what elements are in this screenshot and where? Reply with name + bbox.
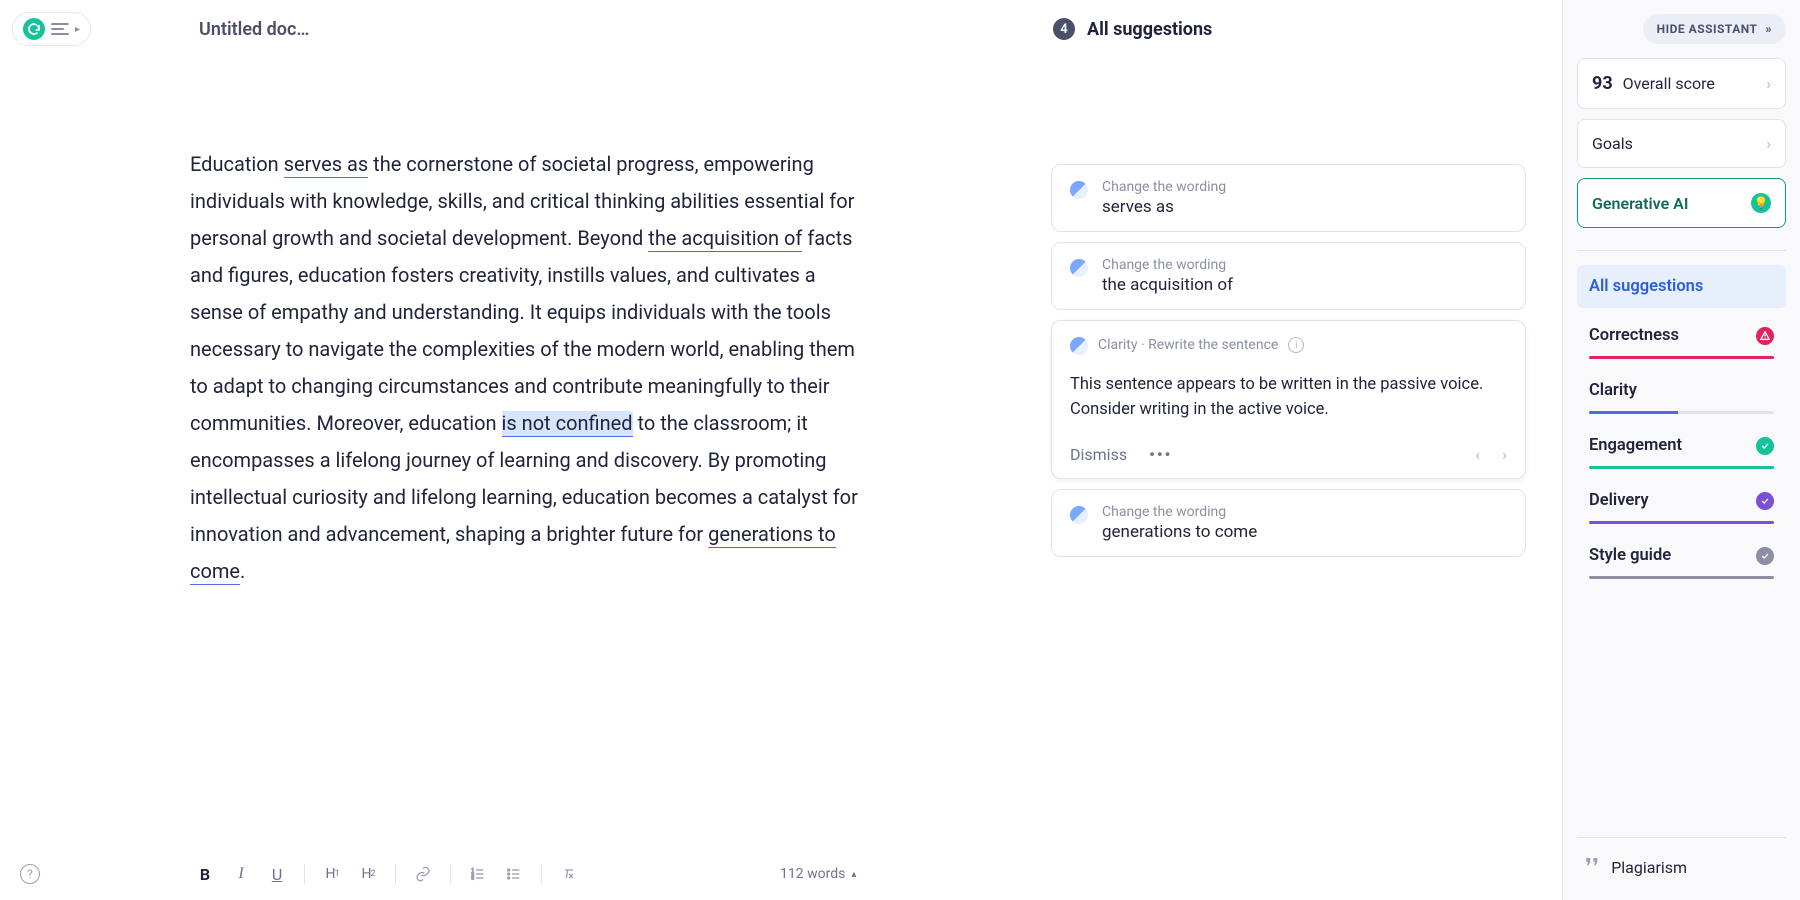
suggestion-count-badge: 4 <box>1053 18 1075 40</box>
menu-icon <box>51 23 69 35</box>
chevron-right-icon: › <box>1766 74 1771 93</box>
suggestion-target: serves as <box>1102 197 1226 217</box>
clear-formatting-button[interactable] <box>554 859 584 889</box>
generative-ai-card[interactable]: Generative AI 💡 <box>1577 178 1786 228</box>
overall-score-card[interactable]: 93 Overall score › <box>1577 58 1786 109</box>
format-toolbar: B I U H1 H2 123 112 words ▴ <box>0 848 1022 900</box>
more-options-button[interactable]: ••• <box>1149 445 1172 464</box>
dismiss-button[interactable]: Dismiss <box>1070 445 1127 464</box>
editor-text: facts and figures, education fosters cre… <box>190 226 855 435</box>
h1-button[interactable]: H1 <box>317 859 347 889</box>
editor-canvas[interactable]: Education serves as the cornerstone of s… <box>0 58 1022 900</box>
word-count[interactable]: 112 words ▴ <box>780 866 856 882</box>
check-icon <box>1756 437 1774 455</box>
suggestion-card-expanded[interactable]: Clarity · Rewrite the sentence i This se… <box>1051 320 1526 479</box>
clarity-dot-icon <box>1070 259 1088 277</box>
svg-text:3: 3 <box>471 875 474 881</box>
h2-button[interactable]: H2 <box>353 859 383 889</box>
underline-serves-as[interactable]: serves as <box>284 152 369 178</box>
clarity-dot-icon <box>1070 506 1088 524</box>
filter-correctness[interactable]: Correctness <box>1577 314 1786 363</box>
link-button[interactable] <box>408 859 438 889</box>
prev-suggestion-button[interactable]: ‹ <box>1475 445 1480 464</box>
suggestion-target: generations to come <box>1102 522 1257 542</box>
hide-assistant-button[interactable]: HIDE ASSISTANT » <box>1643 14 1786 44</box>
suggestion-target: the acquisition of <box>1102 275 1233 295</box>
toolbar-separator <box>541 864 542 884</box>
check-icon <box>1756 547 1774 565</box>
toolbar-separator <box>450 864 451 884</box>
info-icon[interactable]: i <box>1288 337 1304 353</box>
filter-delivery[interactable]: Delivery <box>1577 479 1786 528</box>
filter-engagement[interactable]: Engagement <box>1577 424 1786 473</box>
suggestion-hint: Change the wording <box>1102 179 1226 195</box>
underline-button[interactable]: U <box>262 859 292 889</box>
alert-icon <box>1756 327 1774 345</box>
goals-card[interactable]: Goals › <box>1577 119 1786 168</box>
plagiarism-button[interactable]: ❜❜ Plagiarism <box>1577 837 1786 900</box>
score-value: 93 <box>1592 73 1613 94</box>
suggestion-category: Clarity · Rewrite the sentence <box>1098 337 1278 353</box>
highlight-is-not-confined[interactable]: is not confined <box>502 411 633 437</box>
suggestion-card[interactable]: Change the wording generations to come <box>1051 489 1526 557</box>
suggestion-card[interactable]: Change the wording the acquisition of <box>1051 242 1526 310</box>
underline-acquisition-of[interactable]: the acquisition of <box>648 226 802 252</box>
clarity-dot-icon <box>1070 337 1088 355</box>
suggestion-hint: Change the wording <box>1102 504 1257 520</box>
clarity-dot-icon <box>1070 181 1088 199</box>
suggestion-card[interactable]: Change the wording serves as <box>1051 164 1526 232</box>
app-menu-pill[interactable]: ▸ <box>12 12 91 46</box>
toolbar-separator <box>395 864 396 884</box>
editor-text: . <box>240 559 245 583</box>
italic-button[interactable]: I <box>226 859 256 889</box>
suggestion-hint: Change the wording <box>1102 257 1233 273</box>
chevron-double-right-icon: » <box>1766 22 1773 36</box>
filter-all-suggestions[interactable]: All suggestions <box>1577 265 1786 308</box>
filter-clarity[interactable]: Clarity <box>1577 369 1786 418</box>
filter-style-guide[interactable]: Style guide <box>1577 534 1786 583</box>
chevron-right-icon: › <box>1766 134 1771 153</box>
quotes-icon: ❜❜ <box>1585 854 1599 880</box>
bulleted-list-button[interactable] <box>499 859 529 889</box>
check-icon <box>1756 492 1774 510</box>
next-suggestion-button[interactable]: › <box>1502 445 1507 464</box>
chevron-up-icon: ▴ <box>851 869 856 880</box>
bold-button[interactable]: B <box>190 859 220 889</box>
rail-divider <box>1577 250 1786 251</box>
chevron-right-icon: ▸ <box>75 24 80 35</box>
lightbulb-icon: 💡 <box>1751 193 1771 213</box>
suggestion-explanation: This sentence appears to be written in t… <box>1070 369 1507 423</box>
toolbar-separator <box>304 864 305 884</box>
suggestions-title: All suggestions <box>1087 19 1212 40</box>
grammarly-logo-icon <box>23 18 45 40</box>
document-title[interactable]: Untitled docum… <box>199 19 319 40</box>
score-label: Overall score <box>1619 74 1715 93</box>
editor-text: Education <box>190 152 284 176</box>
numbered-list-button[interactable]: 123 <box>463 859 493 889</box>
